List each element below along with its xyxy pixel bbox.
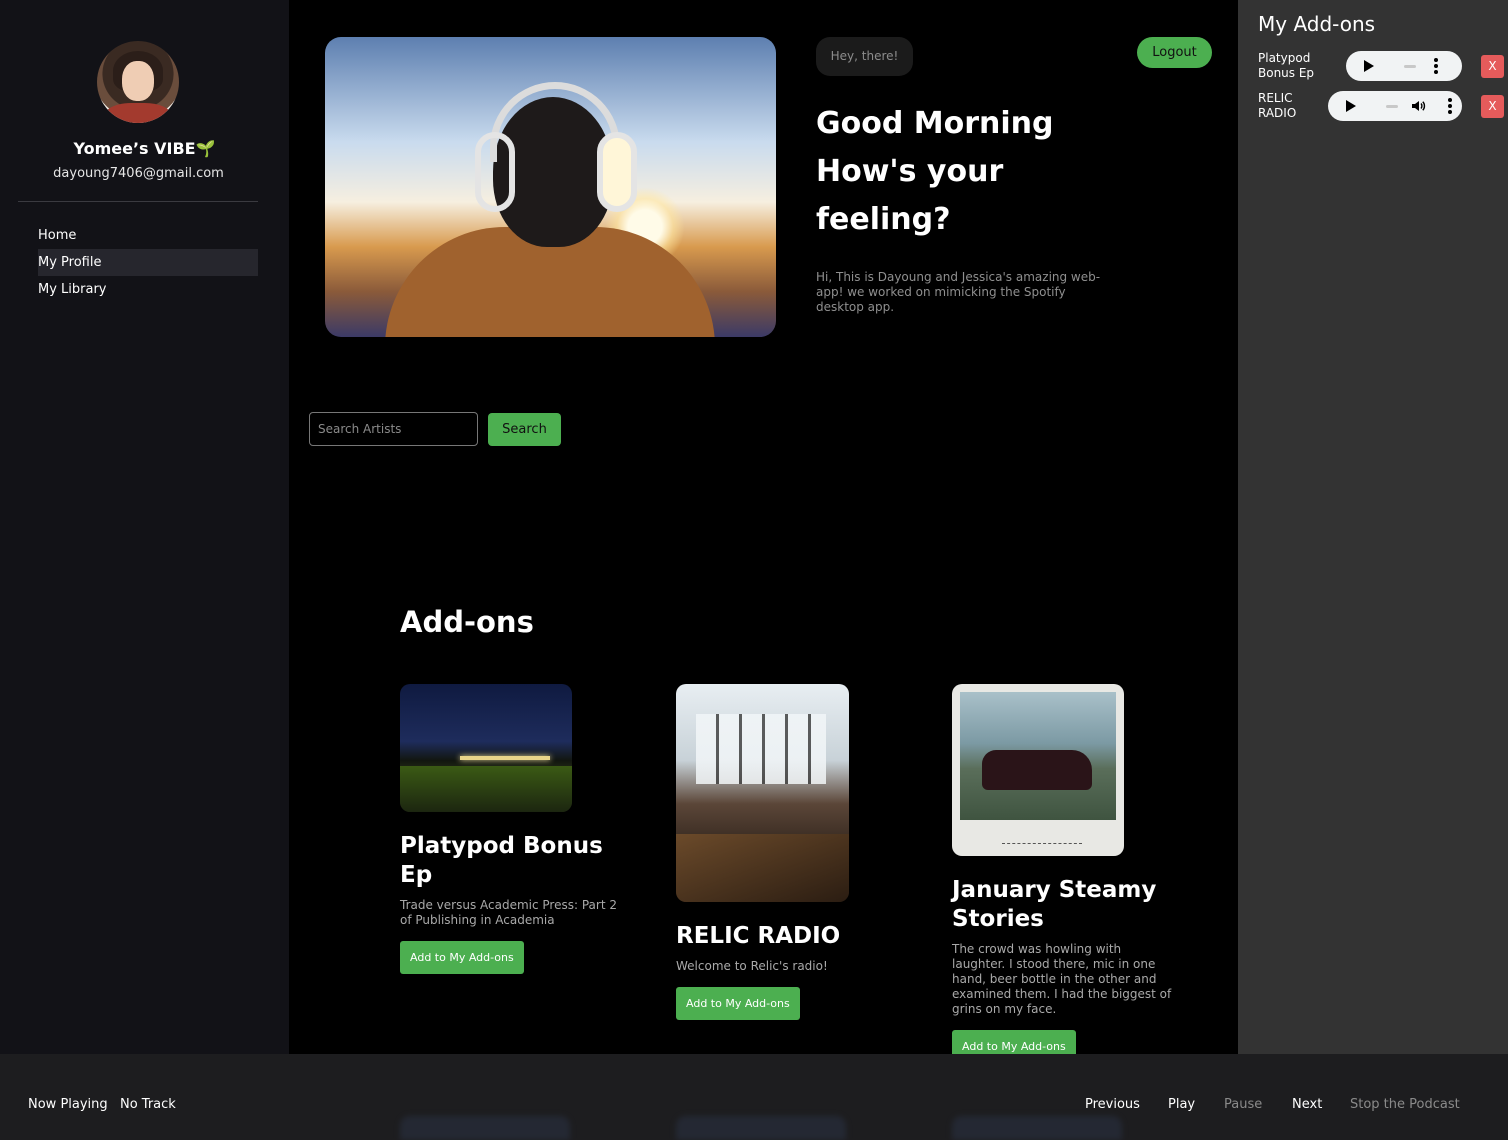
hero-image (325, 37, 776, 337)
profile-email: dayoung7406@gmail.com (53, 166, 224, 181)
addon-cover-image (676, 684, 849, 902)
addon-description: The crowd was howling with laughter. I s… (952, 942, 1172, 1016)
audio-player (1328, 91, 1462, 121)
headline-line: How's your (816, 154, 1004, 189)
search-input[interactable] (309, 412, 478, 446)
remove-addon-button[interactable]: X (1481, 95, 1504, 118)
sidebar-divider (18, 201, 258, 202)
headline: Good Morning How's your feeling? (816, 100, 1116, 244)
add-to-my-addons-button[interactable]: Add to My Add-ons (400, 941, 524, 974)
next-button[interactable]: Next (1292, 1097, 1322, 1112)
audio-player (1346, 51, 1462, 81)
sidebar-item-home[interactable]: Home (38, 222, 258, 249)
sidebar-item-my-profile[interactable]: My Profile (38, 249, 258, 276)
addon-title: RELIC RADIO (676, 923, 841, 949)
addon-cover-image (400, 684, 572, 812)
addon-title: Platypod Bonus Ep (400, 833, 603, 888)
previous-button[interactable]: Previous (1085, 1097, 1140, 1112)
left-sidebar: Yomee’s VIBE🌱 dayoung7406@gmail.com Home… (0, 0, 289, 1054)
intro-text: Hi, This is Dayoung and Jessica's amazin… (816, 270, 1101, 314)
logout-button[interactable]: Logout (1137, 37, 1212, 68)
addon-cover-image (952, 684, 1124, 856)
now-playing-label: Now Playing (28, 1097, 108, 1112)
pause-button[interactable]: Pause (1224, 1097, 1262, 1112)
my-addons-title: My Add-ons (1258, 12, 1376, 36)
add-to-my-addons-button[interactable]: Add to My Add-ons (676, 987, 800, 1020)
remove-addon-button[interactable]: X (1481, 55, 1504, 78)
headline-line: feeling? (816, 202, 951, 237)
search-button[interactable]: Search (488, 413, 561, 446)
sidebar-nav: Home My Profile My Library (38, 222, 258, 303)
now-playing-track: No Track (120, 1097, 176, 1112)
progress-bar[interactable] (1386, 105, 1398, 108)
volume-icon[interactable] (1410, 98, 1426, 114)
more-options-icon[interactable] (1448, 98, 1452, 114)
main-content: Hey, there! Logout Good Morning How's yo… (289, 0, 1238, 1054)
avatar (97, 41, 179, 123)
sidebar-item-my-library[interactable]: My Library (38, 276, 258, 303)
play-button[interactable]: Play (1168, 1097, 1195, 1112)
profile-name: Yomee’s VIBE🌱 (73, 139, 216, 158)
now-playing-bar: Now Playing No Track Previous Play Pause… (0, 1054, 1508, 1140)
addons-section-title: Add-ons (400, 605, 534, 639)
progress-bar[interactable] (1404, 65, 1416, 68)
addon-card: January Steamy Stories The crowd was how… (952, 684, 1172, 1054)
greeting-pill: Hey, there! (816, 37, 913, 76)
my-addon-name: RELIC RADIO (1258, 91, 1297, 120)
stop-podcast-button[interactable]: Stop the Podcast (1350, 1097, 1460, 1112)
addon-description: Trade versus Academic Press: Part 2 of P… (400, 898, 617, 927)
my-addon-name: Platypod Bonus Ep (1258, 51, 1315, 80)
my-addons-panel: My Add-ons Platypod Bonus Ep X RELIC RAD… (1238, 0, 1508, 1054)
more-options-icon[interactable] (1434, 58, 1438, 74)
play-icon[interactable] (1346, 100, 1356, 112)
my-addon-item: Platypod Bonus Ep X (1258, 51, 1504, 83)
play-icon[interactable] (1364, 60, 1374, 72)
headline-line: Good Morning (816, 106, 1054, 141)
my-addon-item: RELIC RADIO X (1258, 91, 1504, 123)
addon-description: Welcome to Relic's radio! (676, 959, 828, 973)
add-to-my-addons-button[interactable]: Add to My Add-ons (952, 1030, 1076, 1054)
addon-title: January Steamy Stories (952, 877, 1157, 932)
addon-card: Platypod Bonus Ep Trade versus Academic … (400, 684, 620, 974)
addon-card: RELIC RADIO Welcome to Relic's radio! Ad… (676, 684, 896, 1020)
